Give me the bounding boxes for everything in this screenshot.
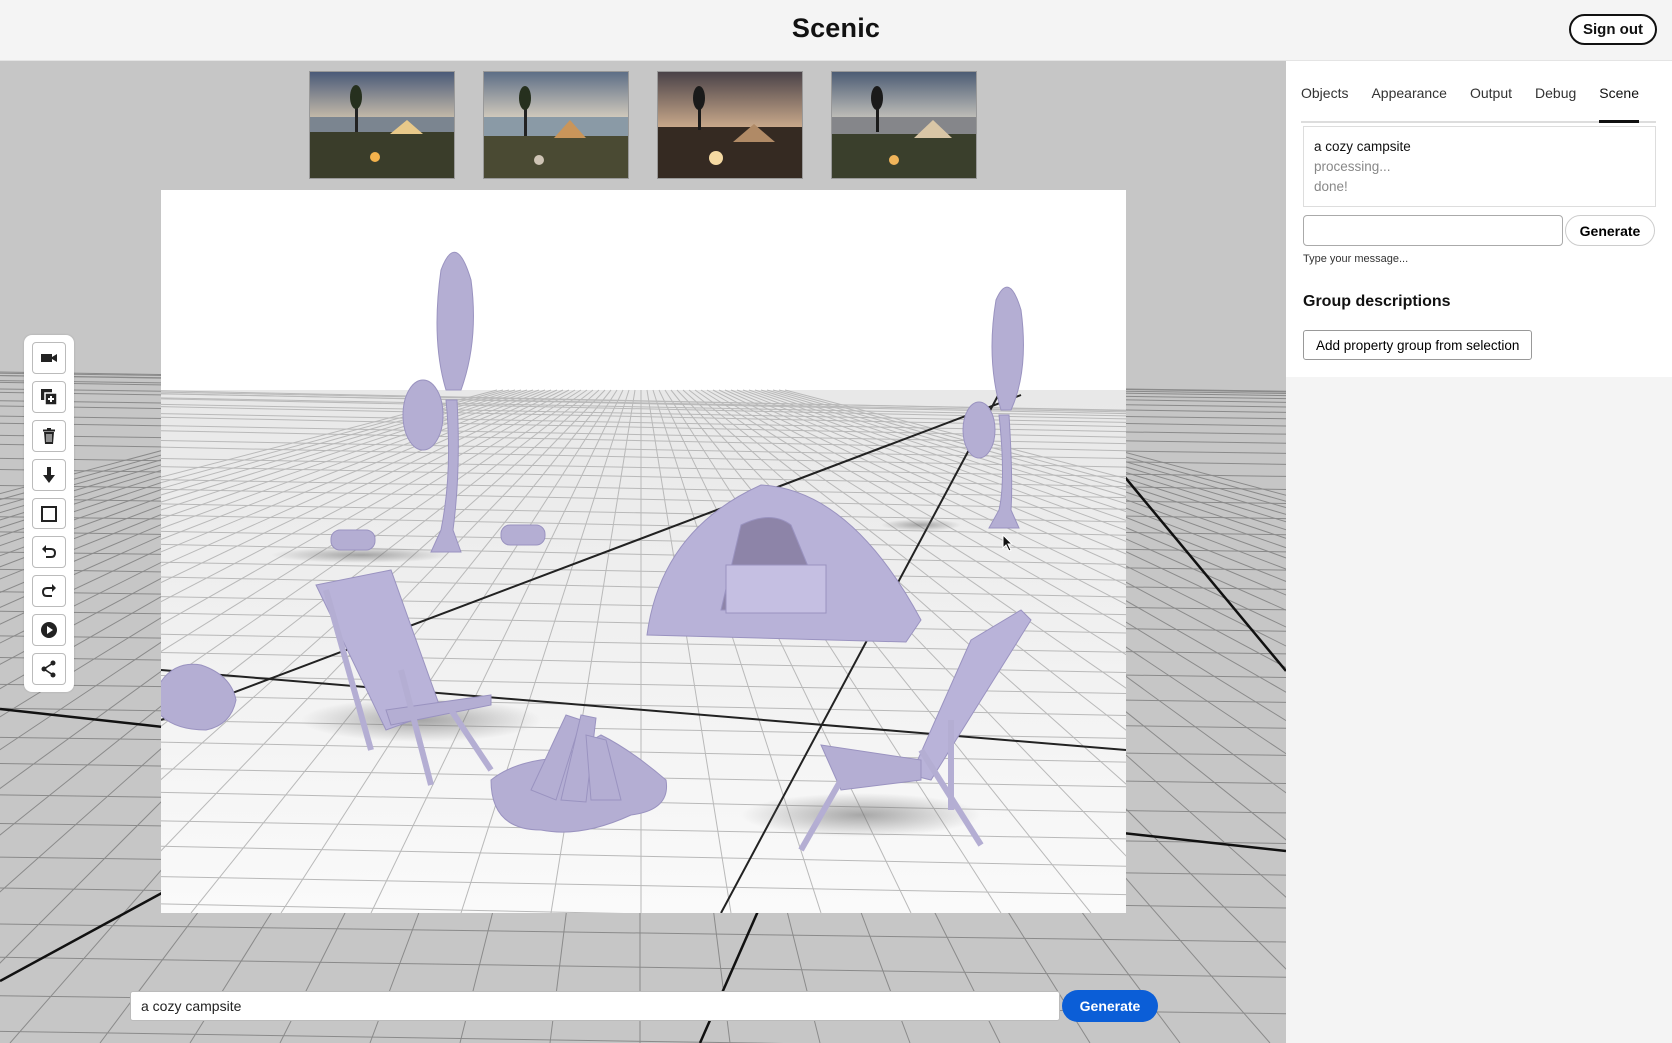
- trash-icon: [43, 427, 55, 444]
- share-icon: [41, 660, 56, 678]
- tab-debug[interactable]: Debug: [1535, 85, 1576, 121]
- tab-appearance[interactable]: Appearance: [1371, 85, 1447, 121]
- message-row: Generate: [1303, 215, 1655, 246]
- generate-scene-button[interactable]: Generate: [1062, 990, 1158, 1022]
- delete-button[interactable]: [32, 419, 66, 452]
- video-camera-icon: [41, 353, 57, 362]
- scene-prompt-input[interactable]: [130, 991, 1060, 1021]
- side-panel-empty-area: [1286, 377, 1672, 1043]
- message-input[interactable]: [1303, 215, 1563, 246]
- thumbnail-4[interactable]: [831, 71, 977, 179]
- duplicate-icon: [41, 388, 58, 406]
- side-panel: Objects Appearance Output Debug Scene a …: [1286, 61, 1672, 377]
- scene-render-frame[interactable]: [161, 190, 1126, 913]
- log-line: a cozy campsite: [1314, 139, 1411, 154]
- message-hint: Type your message...: [1303, 253, 1409, 265]
- thumbnail-3[interactable]: [657, 71, 803, 179]
- sign-out-button[interactable]: Sign out: [1569, 14, 1657, 45]
- tab-objects[interactable]: Objects: [1301, 85, 1348, 121]
- 3d-viewport[interactable]: Generate: [0, 61, 1286, 1043]
- mouse-cursor-icon: [1002, 534, 1014, 552]
- log-line: processing...: [1314, 159, 1391, 174]
- app-title: Scenic: [791, 13, 881, 43]
- drop-to-ground-button[interactable]: [32, 458, 66, 491]
- prompt-bar: Generate: [130, 990, 1158, 1022]
- tab-output[interactable]: Output: [1470, 85, 1512, 121]
- tab-scene[interactable]: Scene: [1599, 85, 1639, 123]
- arrow-down-icon: [43, 466, 55, 483]
- scene-log: a cozy campsite processing... done!: [1303, 126, 1656, 207]
- add-property-group-button[interactable]: Add property group from selection: [1303, 330, 1533, 360]
- play-circle-icon: [41, 622, 57, 639]
- undo-button[interactable]: [32, 536, 66, 569]
- scene-canvas: [161, 190, 1126, 913]
- message-generate-button[interactable]: Generate: [1565, 215, 1655, 246]
- redo-button[interactable]: [32, 575, 66, 608]
- play-button[interactable]: [32, 614, 66, 647]
- thumbnail-1[interactable]: [309, 71, 455, 179]
- frame-button[interactable]: [32, 497, 66, 530]
- camera-button[interactable]: [32, 342, 66, 374]
- log-line: done!: [1314, 179, 1348, 194]
- group-descriptions-heading: Group descriptions: [1303, 293, 1451, 310]
- redo-icon: [41, 584, 56, 598]
- square-icon: [41, 505, 57, 522]
- side-panel-tabs: Objects Appearance Output Debug Scene: [1301, 85, 1656, 123]
- scene-toolbar: [24, 335, 74, 692]
- duplicate-button[interactable]: [32, 380, 66, 413]
- undo-icon: [42, 545, 57, 559]
- thumbnail-strip: [309, 71, 977, 179]
- app-header: Scenic Sign out: [0, 0, 1672, 61]
- share-button[interactable]: [32, 653, 66, 686]
- thumbnail-2[interactable]: [483, 71, 629, 179]
